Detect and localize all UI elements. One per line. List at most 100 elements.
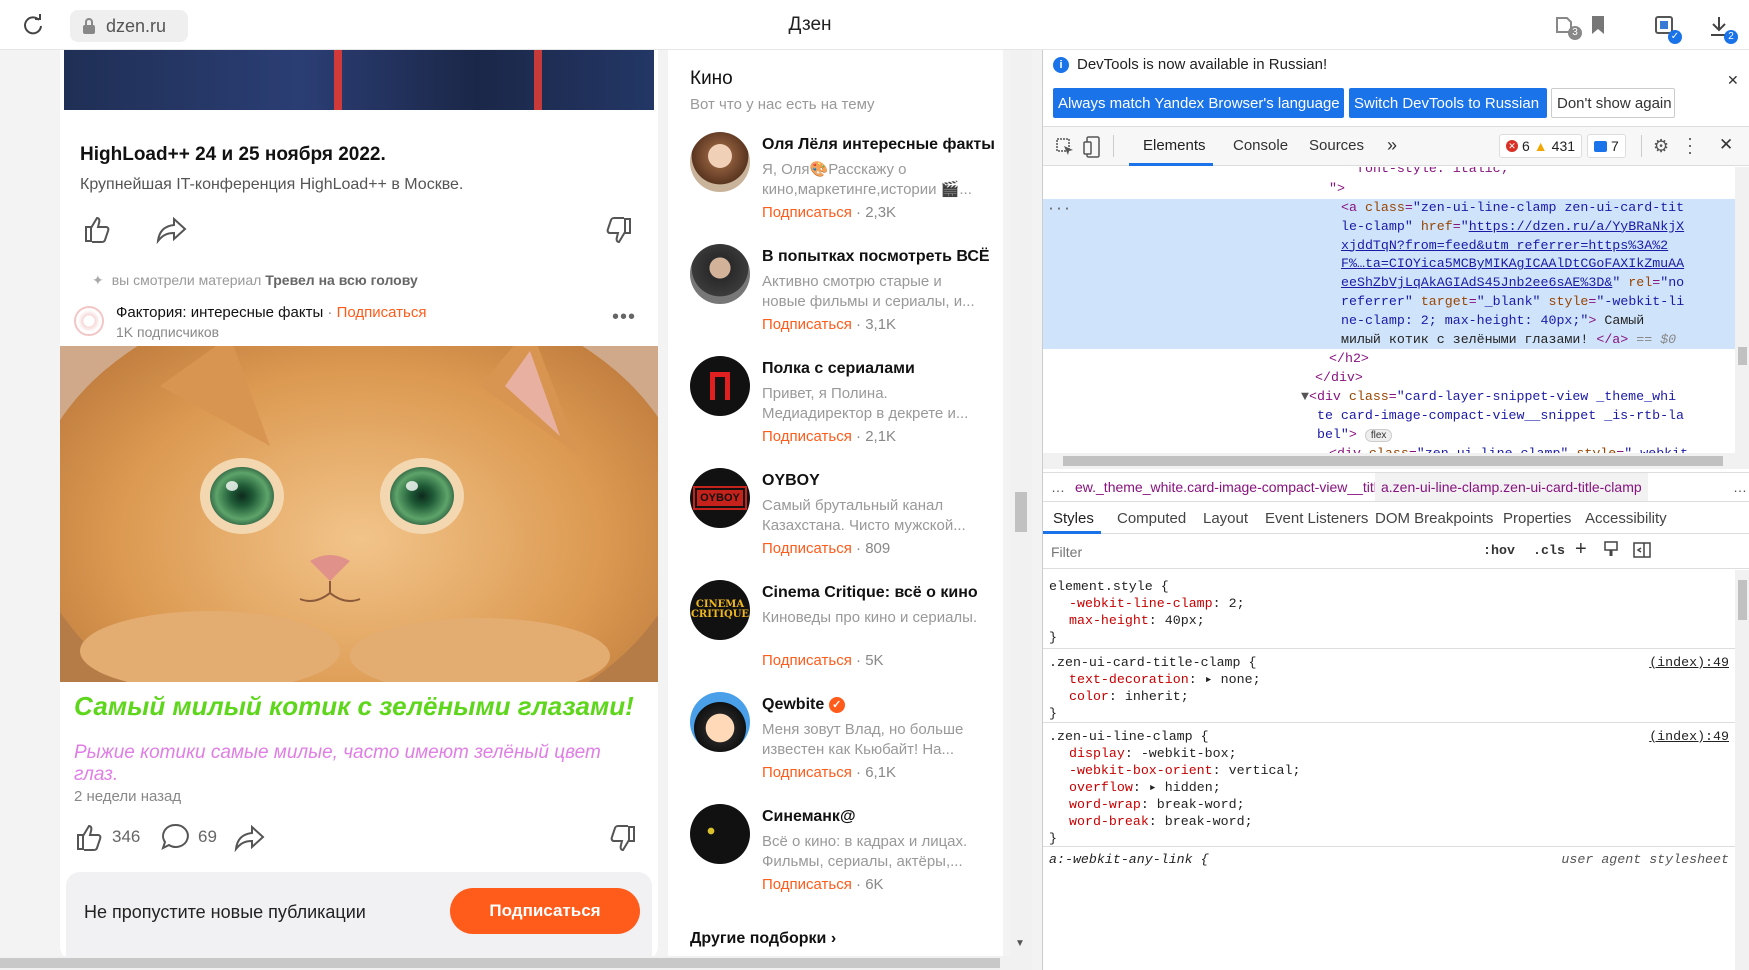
channel-avatar bbox=[690, 244, 750, 304]
article-title[interactable]: Самый милый котик с зелёными глазами! bbox=[74, 693, 634, 719]
always-match-button[interactable]: Always match Yandex Browser's language bbox=[1053, 88, 1344, 118]
channel-avatar[interactable] bbox=[74, 306, 104, 336]
device-toolbar-icon[interactable] bbox=[1083, 136, 1103, 163]
toggle-sidebar-icon[interactable] bbox=[1633, 541, 1651, 564]
card-title[interactable]: HighLoad++ 24 и 25 ноября 2022. bbox=[80, 144, 386, 166]
sidebar-channel[interactable]: В попытках посмотреть ВСЁ Активно смотрю… bbox=[690, 244, 990, 344]
tab-sources[interactable]: Sources bbox=[1309, 137, 1364, 154]
sidebar-channel[interactable]: Qewbite ✓ Меня зовут Влад, но больше изв… bbox=[690, 692, 990, 792]
subscribe-link[interactable]: Подписаться bbox=[762, 764, 852, 781]
cls-toggle[interactable]: .cls bbox=[1533, 541, 1565, 562]
downloads-icon[interactable]: 2 bbox=[1706, 12, 1738, 44]
dom-scrollbar[interactable] bbox=[1735, 167, 1749, 453]
sidebar-channel[interactable]: Полка с сериалами Привет, я Полина. Меди… bbox=[690, 356, 990, 456]
tab-computed[interactable]: Computed bbox=[1117, 510, 1186, 527]
tab-styles[interactable]: Styles bbox=[1053, 510, 1094, 527]
page-scrollbar[interactable]: ▼ bbox=[1010, 50, 1032, 970]
dzen-page: HighLoad++ 24 и 25 ноября 2022. Крупнейш… bbox=[0, 50, 1042, 970]
sidebar-channel[interactable]: CINEMA CRITIQUE Cinema Critique: всё о ки… bbox=[690, 580, 990, 680]
browser-toolbar: dzen.ru Дзен 3 ✓ 2 bbox=[0, 0, 1749, 50]
styles-pane[interactable]: element.style { -webkit-line-clamp: 2; m… bbox=[1043, 570, 1735, 970]
tab-event-listeners[interactable]: Event Listeners bbox=[1265, 510, 1368, 527]
devtools-tabbar: Elements Console Sources » ✕ 6 ▲ 431 7 ⚙ ·… bbox=[1043, 126, 1749, 166]
channel-avatar: CINEMA CRITIQUE bbox=[690, 580, 750, 640]
subscribe-link[interactable]: Подписаться bbox=[762, 428, 852, 445]
sidebar-channel[interactable]: OYBOY OYBOY Самый брутальный канал Казах… bbox=[690, 468, 990, 568]
downloads-badge: 2 bbox=[1724, 30, 1738, 44]
comments-button[interactable]: 69 bbox=[160, 822, 217, 852]
channel-avatar bbox=[690, 132, 750, 192]
more-collections-link[interactable]: Другие подборки › bbox=[690, 930, 836, 948]
scroll-down-icon: ▼ bbox=[1015, 938, 1025, 949]
more-options-icon[interactable]: ••• bbox=[612, 306, 636, 329]
styles-filter-input[interactable] bbox=[1047, 539, 1467, 565]
scrollbar-thumb[interactable] bbox=[1015, 492, 1027, 532]
inspect-element-icon[interactable] bbox=[1055, 137, 1075, 162]
article-description: Рыжие котики самые милые, часто имеют зе… bbox=[74, 742, 601, 785]
rule-source-link[interactable]: (index):49 bbox=[1649, 728, 1729, 745]
horizontal-scrollbar[interactable] bbox=[0, 956, 1010, 970]
dom-tree[interactable]: font-style: italic; "> ··· <a class="zen… bbox=[1043, 167, 1735, 453]
close-notice-icon[interactable]: ✕ bbox=[1727, 72, 1739, 89]
sidebar-channel[interactable]: Синеманк@ Всё о кино: в кадрах и лицах. … bbox=[690, 804, 990, 904]
verified-icon: ✓ bbox=[828, 696, 845, 713]
messages-counter[interactable]: 7 bbox=[1587, 134, 1626, 158]
like-icon bbox=[77, 824, 102, 851]
channel-subscribers: 1K подписчиков bbox=[116, 324, 220, 340]
share-icon[interactable] bbox=[234, 824, 266, 857]
tab-elements[interactable]: Elements bbox=[1143, 137, 1206, 154]
switch-russian-button[interactable]: Switch DevTools to Russian bbox=[1349, 88, 1547, 118]
extensions-icon[interactable]: 3 bbox=[1552, 12, 1582, 40]
subscribe-link[interactable]: Подписаться bbox=[762, 876, 852, 893]
color-format-icon[interactable] bbox=[1603, 541, 1619, 564]
rule-element-style: element.style { -webkit-line-clamp: 2; m… bbox=[1049, 579, 1245, 645]
hov-toggle[interactable]: :hov bbox=[1483, 541, 1515, 562]
settings-gear-icon[interactable]: ⚙ bbox=[1653, 136, 1669, 157]
rule-card-title-clamp: .zen-ui-card-title-clamp { (index):49 te… bbox=[1049, 654, 1729, 721]
styles-scrollbar[interactable] bbox=[1735, 570, 1749, 970]
card-subtitle: Крупнейшая IT-конференция HighLoad++ в М… bbox=[80, 176, 464, 193]
collections-icon[interactable]: ✓ bbox=[1652, 12, 1682, 44]
subscribe-link[interactable]: Подписаться bbox=[762, 652, 852, 669]
banner-subscribe-button[interactable]: Подписаться bbox=[450, 888, 640, 934]
article-time: 2 недели назад bbox=[74, 788, 182, 805]
channel-subscribe-link[interactable]: Подписаться bbox=[337, 304, 427, 321]
breadcrumb-item-active[interactable]: a.zen-ui-line-clamp.zen-ui-card-title-cl… bbox=[1375, 473, 1648, 501]
channel-name[interactable]: Фактория: интересные факты bbox=[116, 304, 323, 321]
like-icon[interactable] bbox=[82, 214, 112, 249]
like-button[interactable]: 346 bbox=[74, 822, 140, 852]
issues-counter[interactable]: ✕ 6 ▲ 431 bbox=[1499, 134, 1583, 158]
tab-properties[interactable]: Properties bbox=[1503, 510, 1571, 527]
selected-node-code[interactable]: <a class="zen-ui-line-clamp zen-ui-card-… bbox=[1341, 199, 1684, 349]
tab-dom-breakpoints[interactable]: DOM Breakpoints bbox=[1375, 510, 1493, 527]
cat-image[interactable] bbox=[60, 346, 658, 682]
rule-line-clamp: .zen-ui-line-clamp { (index):49 display:… bbox=[1049, 728, 1729, 846]
subscribe-link[interactable]: Подписаться bbox=[762, 316, 852, 333]
channel-avatar: OYBOY bbox=[690, 468, 750, 528]
subscribe-banner: Не пропустите новые публикации Подписать… bbox=[66, 872, 652, 962]
tab-console[interactable]: Console bbox=[1233, 137, 1288, 154]
dont-show-button[interactable]: Don't show again bbox=[1551, 88, 1675, 118]
new-rule-icon[interactable]: + bbox=[1575, 538, 1587, 561]
sidebar-channel[interactable]: Оля Лёля интересные факты Я, Оля🎨Расскаж… bbox=[690, 132, 995, 232]
dislike-icon[interactable] bbox=[608, 824, 638, 859]
kebab-menu-icon[interactable]: · · · bbox=[1687, 129, 1693, 161]
subscribe-link[interactable]: Подписаться bbox=[762, 204, 852, 221]
subscribe-link[interactable]: Подписаться bbox=[762, 540, 852, 557]
rule-source-link[interactable]: (index):49 bbox=[1649, 654, 1729, 671]
breadcrumb-item[interactable]: ew._theme_white.card-image-compact-view_… bbox=[1075, 479, 1385, 495]
dom-h-scrollbar[interactable] bbox=[1043, 453, 1749, 469]
share-icon[interactable] bbox=[156, 216, 188, 249]
more-tabs-icon[interactable]: » bbox=[1387, 135, 1397, 156]
dislike-icon[interactable] bbox=[604, 216, 634, 251]
feed-card-cat[interactable]: ✦ вы смотрели материал Тревел на всю голо… bbox=[60, 262, 658, 962]
info-icon: i bbox=[1053, 56, 1069, 73]
bookmark-icon[interactable] bbox=[1586, 12, 1610, 38]
tab-layout[interactable]: Layout bbox=[1203, 510, 1248, 527]
flex-badge[interactable]: flex bbox=[1364, 428, 1393, 442]
language-notice: i DevTools is now available in Russian! bbox=[1053, 56, 1327, 73]
likes-count: 346 bbox=[112, 827, 141, 846]
error-icon: ✕ bbox=[1506, 140, 1518, 152]
close-devtools-icon[interactable]: ✕ bbox=[1719, 135, 1733, 155]
tab-accessibility[interactable]: Accessibility bbox=[1585, 510, 1667, 527]
